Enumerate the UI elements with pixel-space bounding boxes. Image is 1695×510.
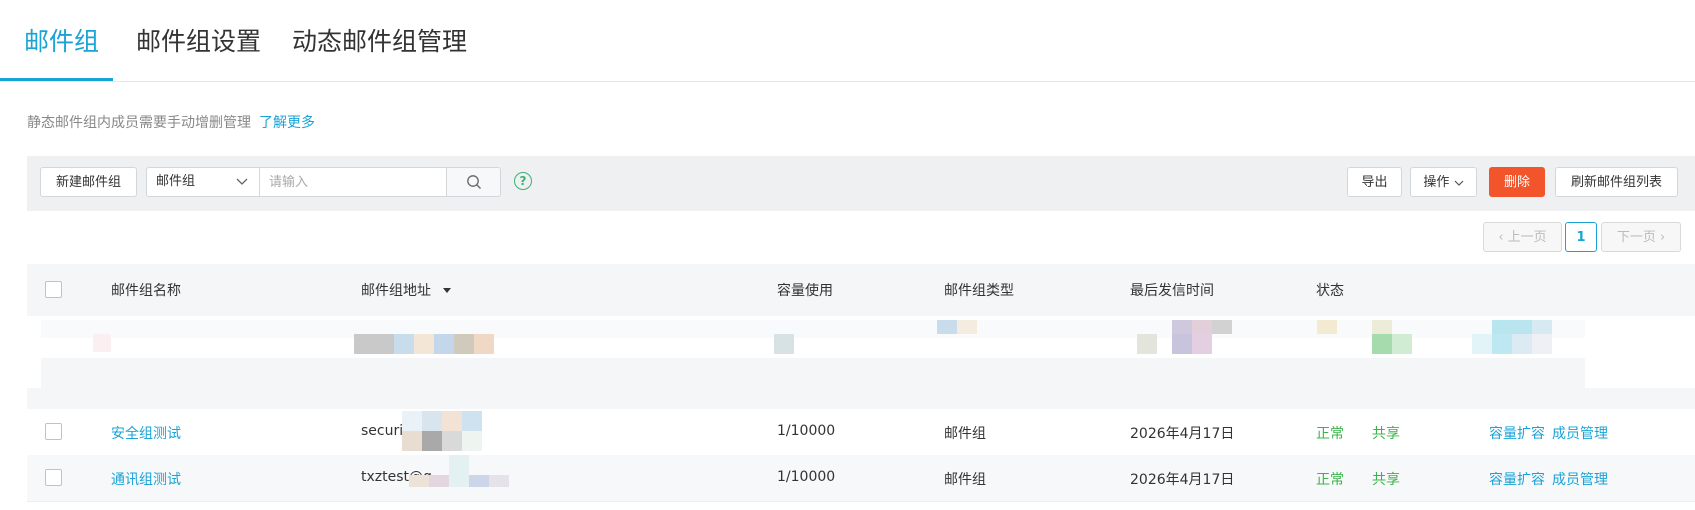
search-input[interactable]	[259, 167, 447, 197]
table-header: 邮件组名称 邮件组地址 容量使用 邮件组类型 最后发信时间 状态	[27, 264, 1695, 316]
status-badge: 正常	[1316, 426, 1344, 442]
next-page-label: 下一页	[1616, 230, 1656, 245]
learn-more-link[interactable]: 了解更多	[259, 115, 315, 131]
group-type: 邮件组	[944, 472, 986, 488]
expand-capacity-link[interactable]: 容量扩容	[1489, 469, 1545, 489]
chevron-down-icon	[235, 168, 249, 206]
help-icon[interactable]: ?	[514, 172, 532, 190]
operations-label: 操作	[1423, 175, 1450, 190]
notice-bar: 静态邮件组内成员需要手动增删管理 了解更多	[27, 112, 315, 132]
redacted-rows	[27, 316, 1695, 409]
operations-button[interactable]: 操作	[1410, 167, 1477, 197]
col-last-sent: 最后发信时间	[1130, 283, 1214, 299]
share-badge: 共享	[1372, 472, 1400, 488]
table-row: 通讯组测试 txztest@q 1/10000 邮件组 2026年4月17日 正…	[27, 455, 1695, 502]
col-capacity: 容量使用	[777, 283, 833, 299]
active-tab-indicator	[0, 78, 113, 81]
col-group-type: 邮件组类型	[944, 283, 1014, 299]
col-group-address-label: 邮件组地址	[361, 283, 431, 299]
filter-select-value: 邮件组	[156, 174, 196, 189]
prev-page-button[interactable]: ‹ 上一页	[1483, 222, 1562, 252]
filter-select[interactable]: 邮件组	[146, 167, 259, 197]
toolbar: 新建邮件组 邮件组 ? 导出 操作 删除 刷新邮件组列表	[27, 156, 1695, 211]
group-type: 邮件组	[944, 426, 986, 442]
refresh-list-button[interactable]: 刷新邮件组列表	[1555, 167, 1678, 197]
select-all-checkbox[interactable]	[45, 281, 62, 298]
member-management-link[interactable]: 成员管理	[1552, 469, 1608, 489]
tab-dynamic-group-management[interactable]: 动态邮件组管理	[292, 22, 467, 58]
capacity-usage: 1/10000	[777, 423, 836, 439]
last-sent-time: 2026年4月17日	[1130, 426, 1235, 442]
row-checkbox[interactable]	[45, 423, 62, 440]
search-button[interactable]	[446, 167, 501, 197]
table-row: 安全组测试 security@ 1/10000 邮件组 2026年4月17日 正…	[27, 409, 1695, 456]
col-group-address[interactable]: 邮件组地址	[361, 280, 453, 300]
share-badge: 共享	[1372, 426, 1400, 442]
col-group-name: 邮件组名称	[111, 283, 181, 299]
tab-mail-group[interactable]: 邮件组	[24, 22, 99, 58]
status-badge: 正常	[1316, 472, 1344, 488]
member-management-link[interactable]: 成员管理	[1552, 423, 1608, 443]
notice-text: 静态邮件组内成员需要手动增删管理	[27, 115, 251, 131]
new-group-button[interactable]: 新建邮件组	[40, 167, 137, 197]
group-name-link[interactable]: 通讯组测试	[111, 469, 181, 489]
prev-page-label: 上一页	[1507, 230, 1547, 245]
chevron-down-icon	[1454, 180, 1464, 186]
expand-capacity-link[interactable]: 容量扩容	[1489, 423, 1545, 443]
export-button[interactable]: 导出	[1347, 167, 1402, 197]
page-1-button[interactable]: 1	[1565, 222, 1597, 252]
sort-desc-icon[interactable]	[441, 285, 453, 295]
search-icon	[466, 174, 482, 194]
last-sent-time: 2026年4月17日	[1130, 472, 1235, 488]
next-page-button[interactable]: 下一页 ›	[1601, 222, 1681, 252]
tab-mail-group-settings[interactable]: 邮件组设置	[136, 22, 261, 58]
delete-button[interactable]: 删除	[1489, 167, 1545, 197]
row-checkbox[interactable]	[45, 469, 62, 486]
capacity-usage: 1/10000	[777, 469, 836, 485]
group-name-link[interactable]: 安全组测试	[111, 423, 181, 443]
col-status: 状态	[1316, 283, 1344, 299]
tab-bar: 邮件组 邮件组设置 动态邮件组管理	[0, 0, 1695, 82]
